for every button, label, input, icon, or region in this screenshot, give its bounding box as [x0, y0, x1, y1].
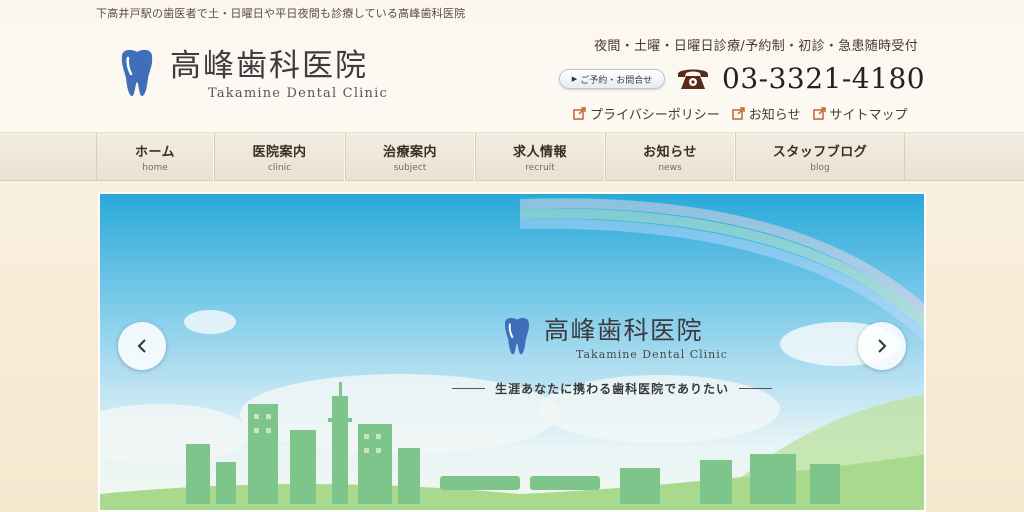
- sitemap-link-label: サイトマップ: [829, 108, 908, 123]
- nav-item-news[interactable]: お知らせ news: [605, 133, 735, 181]
- header-tagline: 下高井戸駅の歯医者で土・日曜日や平日夜間も診療している高峰歯科医院: [96, 7, 466, 20]
- phone-block[interactable]: 03-3321-4180: [676, 58, 925, 98]
- chevron-left-icon: [137, 339, 146, 353]
- nav-item-blog[interactable]: スタッフブログ blog: [735, 133, 905, 181]
- news-link[interactable]: お知らせ: [732, 104, 801, 123]
- nav-sublabel: news: [658, 163, 682, 173]
- logo-english: Takamine Dental Clinic: [208, 86, 388, 101]
- global-nav: ホーム home 医院案内 clinic 治療案内 subject 求人情報 r…: [0, 133, 1024, 181]
- slide-tagline-text: 生涯あなたに携わる歯科医院でありたい: [495, 382, 729, 396]
- nav-label: ホーム: [134, 145, 176, 160]
- slide-logo: 高峰歯科医院 Takamine Dental Clinic: [502, 316, 728, 361]
- nav-item-home[interactable]: ホーム home: [96, 133, 214, 181]
- nav-label: 医院案内: [252, 145, 307, 160]
- nav-label: 求人情報: [512, 145, 567, 160]
- utility-links: プライバシーポリシー お知らせ サイトマップ: [573, 104, 908, 123]
- nav-sublabel: home: [142, 163, 168, 173]
- slider-prev-button[interactable]: [118, 322, 166, 370]
- slider-next-button[interactable]: [858, 322, 906, 370]
- external-link-icon: [812, 107, 826, 120]
- nav-sublabel: blog: [810, 163, 830, 173]
- tooth-icon: [121, 49, 153, 96]
- slide-tagline: 生涯あなたに携わる歯科医院でありたい: [442, 380, 782, 397]
- slide-logo-english: Takamine Dental Clinic: [576, 348, 728, 361]
- logo-japanese: 高峰歯科医院: [170, 48, 368, 84]
- divider-line: [738, 388, 773, 389]
- divider-line: [452, 388, 486, 389]
- external-link-icon: [732, 107, 745, 120]
- contact-button-label: ご予約・お問合せ: [580, 75, 653, 86]
- contact-button[interactable]: ▶ ご予約・お問合せ: [559, 69, 665, 89]
- sitemap-link[interactable]: サイトマップ: [812, 104, 908, 123]
- nav-sublabel: clinic: [267, 163, 292, 173]
- privacy-policy-link[interactable]: プライバシーポリシー: [573, 104, 720, 123]
- privacy-policy-label: プライバシーポリシー: [590, 108, 720, 123]
- nav-item-clinic[interactable]: 医院案内 clinic: [214, 133, 345, 181]
- site-logo[interactable]: 高峰歯科医院 Takamine Dental Clinic: [118, 48, 398, 112]
- news-link-label: お知らせ: [748, 108, 801, 123]
- clinic-hours: 夜間・土曜・日曜日診療/予約制・初診・急患随時受付: [594, 39, 918, 54]
- site-header: 下高井戸駅の歯医者で土・日曜日や平日夜間も診療している高峰歯科医院 高峰歯科医院…: [0, 0, 1024, 133]
- external-link-icon: [573, 107, 586, 120]
- hero-slider: 高峰歯科医院 Takamine Dental Clinic 生涯あなたに携わる歯…: [98, 192, 926, 512]
- nav-item-recruit[interactable]: 求人情報 recruit: [475, 133, 605, 181]
- nav-sublabel: subject: [393, 163, 427, 173]
- nav-label: スタッフブログ: [772, 145, 868, 160]
- phone-number[interactable]: 03-3321-4180: [722, 62, 925, 95]
- slide-logo-japanese: 高峰歯科医院: [544, 316, 704, 345]
- tooth-icon: [505, 317, 529, 355]
- nav-item-subject[interactable]: 治療案内 subject: [345, 133, 475, 181]
- telephone-icon: [678, 69, 708, 89]
- nav-sublabel: recruit: [525, 163, 555, 173]
- chevron-right-icon: [878, 339, 887, 353]
- nav-label: 治療案内: [382, 145, 437, 160]
- play-arrow-icon: ▶: [571, 75, 578, 83]
- nav-label: お知らせ: [643, 145, 697, 160]
